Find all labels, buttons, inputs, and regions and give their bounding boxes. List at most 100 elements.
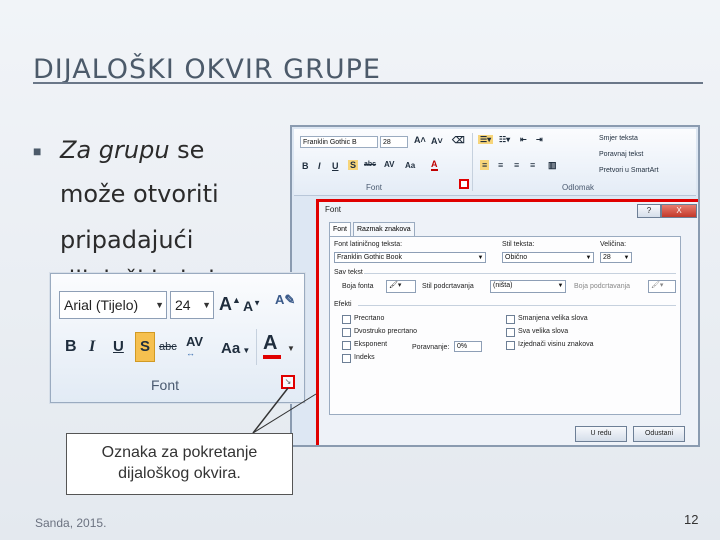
char-spacing-label: AV — [186, 334, 204, 349]
strikethrough-icon[interactable]: abc — [364, 161, 376, 168]
dialog-title: Font — [325, 205, 342, 214]
paint-bucket-icon: 🖌▾ — [651, 282, 664, 289]
paint-bucket-icon: 🖌▾ — [389, 282, 402, 289]
tab-char-spacing[interactable]: Razmak znakova — [353, 222, 415, 236]
dialog-launcher-icon[interactable] — [459, 179, 469, 189]
dialog-launcher-icon[interactable]: ↘ — [281, 375, 295, 389]
font-group-zoom: Arial (Tijelo) ▼ 24 ▼ A▲ A▼ A✎ B I U S abc… — [50, 273, 305, 403]
font-dialog: Font ? X Font Razmak znakova Font latini… — [316, 199, 698, 445]
all-caps-checkbox[interactable] — [506, 328, 515, 337]
size-field[interactable]: 28 ▼ — [600, 252, 632, 263]
font-color-icon[interactable]: A — [431, 159, 438, 171]
latin-font-label: Font latiničnog teksta: — [334, 241, 403, 248]
style-field[interactable]: Obično ▼ — [502, 252, 594, 263]
slide-title: DIJALOŠKI OKVIR GRUPE — [33, 54, 381, 85]
slide: DIJALOŠKI OKVIR GRUPE ■ Za grupu se može… — [0, 0, 720, 540]
chevron-down-icon: ▼ — [477, 255, 484, 261]
align-right-icon[interactable]: ≡ — [514, 160, 519, 170]
underline-icon[interactable]: U — [113, 338, 124, 355]
ribbon-screenshot: Franklin Gothic B 28 A˄ A˅ ⌫ B I U S abc… — [290, 125, 700, 447]
numbering-icon[interactable]: ☷▾ — [499, 135, 510, 144]
equalize-height-checkbox[interactable] — [506, 341, 515, 350]
underline-style-field[interactable]: (ništa) ▼ — [490, 280, 566, 293]
inset-font-size[interactable]: 24 ▼ — [170, 291, 214, 319]
body-line-1: Za grupu se — [60, 136, 204, 164]
section-divider — [358, 305, 676, 306]
latin-font-field[interactable]: Franklin Gothic Book ▼ — [334, 252, 486, 263]
subscript-checkbox[interactable] — [342, 354, 351, 363]
ribbon-font-name[interactable]: Franklin Gothic B — [300, 136, 378, 148]
tab-font[interactable]: Font — [329, 222, 352, 236]
increase-indent-icon[interactable]: ⇥ — [536, 135, 543, 144]
body-emphasis: Za grupu — [60, 136, 170, 164]
callout-line-2: dijaloškog okvira. — [118, 465, 241, 482]
justify-icon[interactable]: ≡ — [530, 160, 535, 170]
inset-font-name[interactable]: Arial (Tijelo) ▼ — [59, 291, 167, 319]
underline-color-picker: 🖌▾ — [648, 280, 676, 293]
strikethrough-label: Precrtano — [354, 315, 385, 322]
grow-font-icon[interactable]: A▲ — [219, 294, 241, 315]
ribbon-text-direction[interactable]: Smjer teksta — [599, 135, 638, 142]
inset-font-group-label: Font — [151, 377, 180, 393]
chevron-down-icon: ▼ — [155, 300, 164, 310]
ribbon-font-group-label: Font — [366, 183, 383, 192]
change-case-icon[interactable]: Aa ▼ — [221, 340, 250, 357]
underline-icon[interactable]: U — [332, 161, 339, 171]
bold-icon[interactable]: B — [65, 338, 77, 356]
grow-font-icon[interactable]: A˄ — [414, 135, 426, 145]
strikethrough-checkbox[interactable] — [342, 315, 351, 324]
offset-field[interactable]: 0% — [454, 341, 482, 352]
superscript-checkbox[interactable] — [342, 341, 351, 350]
underline-style-value: (ništa) — [493, 282, 513, 289]
shrink-font-icon[interactable]: A▼ — [243, 298, 261, 314]
equalize-height-label: Izjednači visinu znakova — [518, 341, 594, 348]
font-color-letter: A — [263, 332, 278, 354]
clear-formatting-icon[interactable]: A✎ — [275, 292, 297, 316]
columns-icon[interactable]: ▥ — [548, 160, 557, 171]
small-caps-label: Smanjena velika slova — [518, 315, 588, 322]
clear-format-icon[interactable]: ⌫ — [452, 135, 465, 146]
align-left-icon[interactable]: ≡ — [480, 160, 490, 170]
help-button[interactable]: ? — [637, 204, 661, 218]
char-spacing-icon[interactable]: AV ↔ — [186, 334, 204, 358]
subscript-label: Indeks — [354, 354, 375, 361]
decrease-indent-icon[interactable]: ⇤ — [520, 135, 527, 144]
shadow-icon[interactable]: S — [348, 160, 359, 170]
font-color-icon[interactable]: A — [263, 332, 281, 359]
superscript-label: Eksponent — [354, 341, 388, 348]
italic-icon[interactable]: I — [89, 338, 95, 356]
page-number: 12 — [684, 512, 699, 527]
body-line-1-rest: se — [169, 136, 205, 164]
font-color-picker[interactable]: 🖌▾ — [386, 280, 416, 293]
change-case-icon[interactable]: Aa — [405, 161, 415, 170]
footer-text: Sanda, 2015. — [35, 516, 107, 530]
double-strikethrough-checkbox[interactable] — [342, 328, 351, 337]
align-center-icon[interactable]: ≡ — [498, 160, 503, 170]
font-color-label: Boja fonta — [342, 283, 374, 290]
title-underline — [33, 82, 703, 84]
double-strikethrough-label: Dvostruko precrtano — [354, 328, 418, 335]
offset-label: Poravnanje: — [412, 344, 450, 351]
ribbon-smartart[interactable]: Pretvori u SmartArt — [599, 167, 659, 174]
spacing-arrows-icon: ↔ — [186, 348, 195, 358]
ribbon-font-size[interactable]: 28 — [380, 136, 408, 148]
italic-icon[interactable]: I — [318, 161, 321, 171]
cancel-button[interactable]: Odustani — [633, 426, 685, 442]
body-line-2: može otvoriti — [60, 180, 219, 208]
bullets-icon[interactable]: ☰▾ — [478, 135, 494, 144]
bullet-icon: ■ — [33, 143, 42, 159]
strikethrough-icon[interactable]: abc — [159, 341, 177, 353]
small-caps-checkbox[interactable] — [506, 315, 515, 324]
bold-icon[interactable]: B — [302, 161, 309, 171]
char-spacing-icon[interactable]: AV — [384, 160, 395, 169]
all-caps-label: Sva velika slova — [518, 328, 569, 335]
shrink-font-icon[interactable]: A˅ — [431, 136, 443, 146]
shadow-icon[interactable]: S — [135, 332, 155, 362]
ribbon-align-text[interactable]: Poravnaj tekst — [599, 151, 643, 158]
close-button[interactable]: X — [661, 204, 697, 218]
chevron-down-icon: ▼ — [557, 283, 564, 289]
group-divider — [472, 133, 473, 191]
latin-font-value: Franklin Gothic Book — [337, 254, 402, 261]
ok-button[interactable]: U redu — [575, 426, 627, 442]
ribbon-paragraph-group-label: Odlomak — [562, 183, 595, 192]
